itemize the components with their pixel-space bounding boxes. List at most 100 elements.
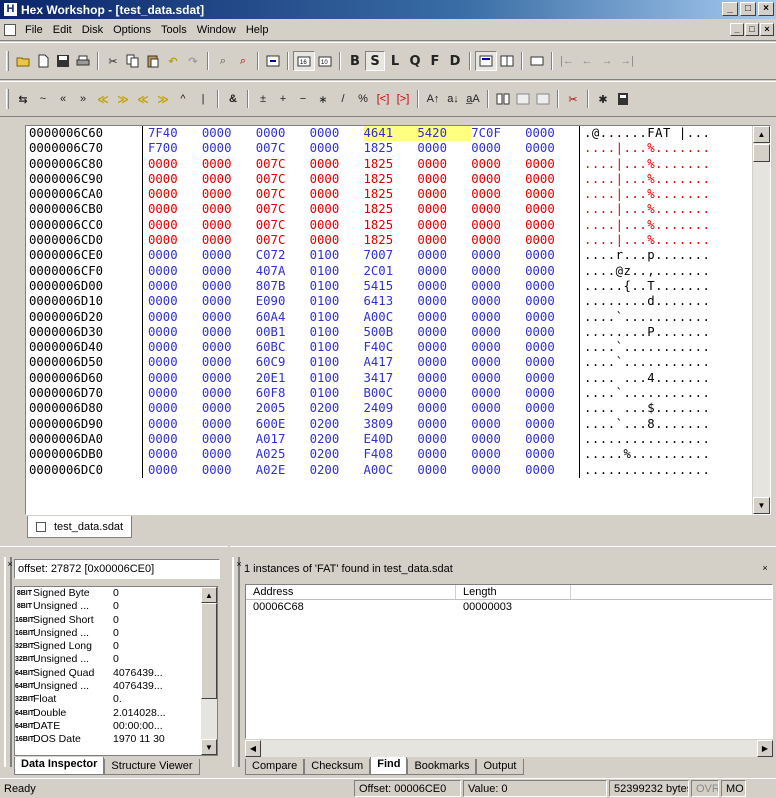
goto-icon[interactable] (263, 51, 283, 71)
hex-word[interactable]: 0000 (471, 187, 525, 202)
last-icon[interactable]: →| (617, 51, 637, 71)
hex-word[interactable]: 0000 (148, 447, 202, 462)
scroll-left-icon[interactable]: ◀ (245, 740, 261, 757)
not-icon[interactable]: ~ (33, 89, 53, 109)
hex-word[interactable]: 0000 (148, 310, 202, 325)
list-item[interactable]: 16BIT DOS Date 1970 11 30 (15, 733, 217, 746)
hex-bytes[interactable]: 0000 0000 007C 0000 1825 0000 0000 0000 (143, 187, 580, 203)
hex-word[interactable]: 0000 (148, 417, 202, 432)
window-icon[interactable] (527, 51, 547, 71)
hex-ascii[interactable]: ........d....... (580, 294, 750, 309)
hex-word[interactable]: 5420 (417, 126, 472, 142)
results-close-icon[interactable]: × (234, 559, 244, 569)
hex-ascii[interactable]: ....|...%....... (580, 218, 750, 233)
hex-word[interactable]: 0000 (202, 355, 256, 370)
hex-word[interactable]: 1825 (364, 141, 418, 156)
hex-word[interactable]: 0000 (148, 371, 202, 386)
block-rotate-right-icon[interactable]: ≫ (153, 89, 173, 109)
hex-word[interactable]: 3809 (364, 417, 418, 432)
hex-word[interactable]: 0000 (202, 264, 256, 279)
hex-bytes[interactable]: 0000 0000 007C 0000 1825 0000 0000 0000 (143, 171, 580, 188)
hex-word[interactable]: 0000 (525, 325, 579, 340)
hex-word[interactable]: F408 (364, 447, 418, 462)
forward-icon[interactable]: → (597, 51, 617, 71)
list-item[interactable]: 32BIT Unsigned ... 0 (15, 653, 217, 666)
tab-find[interactable]: Find (370, 757, 408, 775)
hex-row[interactable]: 0000006CC0 0000 0000 007C 0000 1825 0000 0000 00… (26, 217, 752, 234)
hex-word[interactable]: 0000 (148, 340, 202, 355)
hex-word[interactable]: 0000 (417, 187, 471, 202)
list-item[interactable]: 8BIT Unsigned ... 0 (15, 600, 217, 613)
hex-word[interactable]: 0000 (148, 294, 202, 309)
or-icon[interactable]: | (193, 89, 213, 109)
hex-word[interactable]: 1825 (364, 233, 418, 248)
hex-word[interactable]: 0000 (202, 233, 256, 248)
hex-row[interactable]: 0000006D20 0000 0000 60A4 0100 A00C 0000 0000 00… (26, 309, 752, 325)
inspector-scrollbar[interactable]: ▲ ▼ (201, 587, 217, 755)
calculator-icon[interactable] (613, 89, 633, 109)
hex-word[interactable]: 007C (256, 141, 310, 156)
hex-bytes[interactable]: 0000 0000 007C 0000 1825 0000 0000 0000 (143, 217, 580, 234)
close-icon[interactable]: × (760, 563, 770, 573)
hex-word[interactable]: 0000 (525, 233, 579, 248)
hex-word[interactable]: 007C (256, 187, 310, 202)
hex-word[interactable]: 0000 (471, 294, 525, 309)
mdi-close-button[interactable]: × (760, 23, 774, 36)
scroll-thumb[interactable] (201, 603, 217, 699)
hex-word[interactable]: 0000 (202, 447, 256, 462)
hex-bytes[interactable]: 0000 0000 A017 0200 E40D 0000 0000 0000 (143, 431, 580, 448)
hex-word[interactable]: 0000 (310, 172, 364, 187)
undo-icon[interactable]: ↶ (163, 51, 183, 71)
hex-word[interactable]: 60A4 (256, 310, 310, 325)
menu-options[interactable]: Options (108, 24, 156, 36)
hex-word[interactable]: 0000 (417, 463, 471, 478)
hex-word[interactable]: 0000 (148, 157, 202, 172)
hex-word[interactable]: 0000 (148, 325, 202, 340)
hex-word[interactable]: 407A (256, 264, 310, 279)
hex-word[interactable]: 0000 (471, 202, 525, 217)
hex-word[interactable]: 007C (256, 202, 310, 217)
hex-word[interactable]: 0000 (202, 126, 256, 141)
redo-icon[interactable]: ↷ (183, 51, 203, 71)
shift-right-icon[interactable]: » (73, 89, 93, 109)
paste-icon[interactable] (143, 51, 163, 71)
hex-word[interactable]: 6413 (364, 294, 418, 309)
hex-word[interactable]: 0000 (310, 202, 364, 217)
hex-word[interactable]: 20E1 (256, 371, 310, 386)
hex-word[interactable]: 0000 (310, 233, 364, 248)
hex-word[interactable]: 0000 (471, 310, 525, 325)
close-button[interactable]: × (758, 2, 774, 16)
hex-word[interactable]: 0000 (417, 279, 471, 294)
hex-word[interactable]: 0000 (525, 432, 579, 447)
hex-word[interactable]: 0000 (471, 340, 525, 355)
hex-word[interactable]: 0000 (417, 432, 471, 447)
hex-row[interactable]: 0000006C80 0000 0000 007C 0000 1825 0000 0000 00… (26, 156, 752, 172)
hex-bytes[interactable]: 0000 0000 A02E 0200 A00C 0000 0000 0000 (143, 462, 580, 478)
hex-ascii[interactable]: ................ (580, 432, 750, 447)
hex-row[interactable]: 0000006D70 0000 0000 60F8 0100 B00C 0000 0000 00… (26, 386, 752, 402)
hex-word[interactable]: 0000 (471, 233, 525, 248)
hex-ascii[interactable]: ....|...%....... (580, 202, 750, 217)
menu-disk[interactable]: Disk (77, 24, 108, 36)
hex-word[interactable]: A02E (256, 463, 310, 478)
hex-word[interactable]: 0000 (417, 202, 471, 217)
tab-output[interactable]: Output (476, 759, 524, 775)
hex-word[interactable]: 1825 (364, 202, 418, 217)
scroll-down-icon[interactable]: ▼ (753, 497, 770, 514)
hex-word[interactable]: A017 (256, 432, 310, 447)
add-icon[interactable]: + (273, 89, 293, 109)
list-item[interactable]: 64BIT DATE 00:00:00... (15, 720, 217, 733)
hex-word[interactable]: 0000 (471, 279, 525, 294)
hex-bytes[interactable]: 0000 0000 600E 0200 3809 0000 0000 0000 (143, 416, 580, 432)
hex-word[interactable]: 0000 (202, 310, 256, 325)
hex-word[interactable]: 0000 (417, 141, 471, 156)
hex-word[interactable]: 0100 (310, 294, 364, 309)
hex-word[interactable]: 0000 (525, 417, 579, 432)
replace-icon[interactable]: ⌕ (233, 51, 253, 71)
tab-test-data[interactable]: test_data.sdat (27, 516, 133, 538)
hex-word[interactable]: 0100 (310, 386, 364, 401)
hex-word[interactable]: 0100 (310, 279, 364, 294)
hex-word[interactable]: 0000 (417, 386, 471, 401)
hex-word[interactable]: A025 (256, 447, 310, 462)
hex-word[interactable]: 0000 (525, 386, 579, 401)
